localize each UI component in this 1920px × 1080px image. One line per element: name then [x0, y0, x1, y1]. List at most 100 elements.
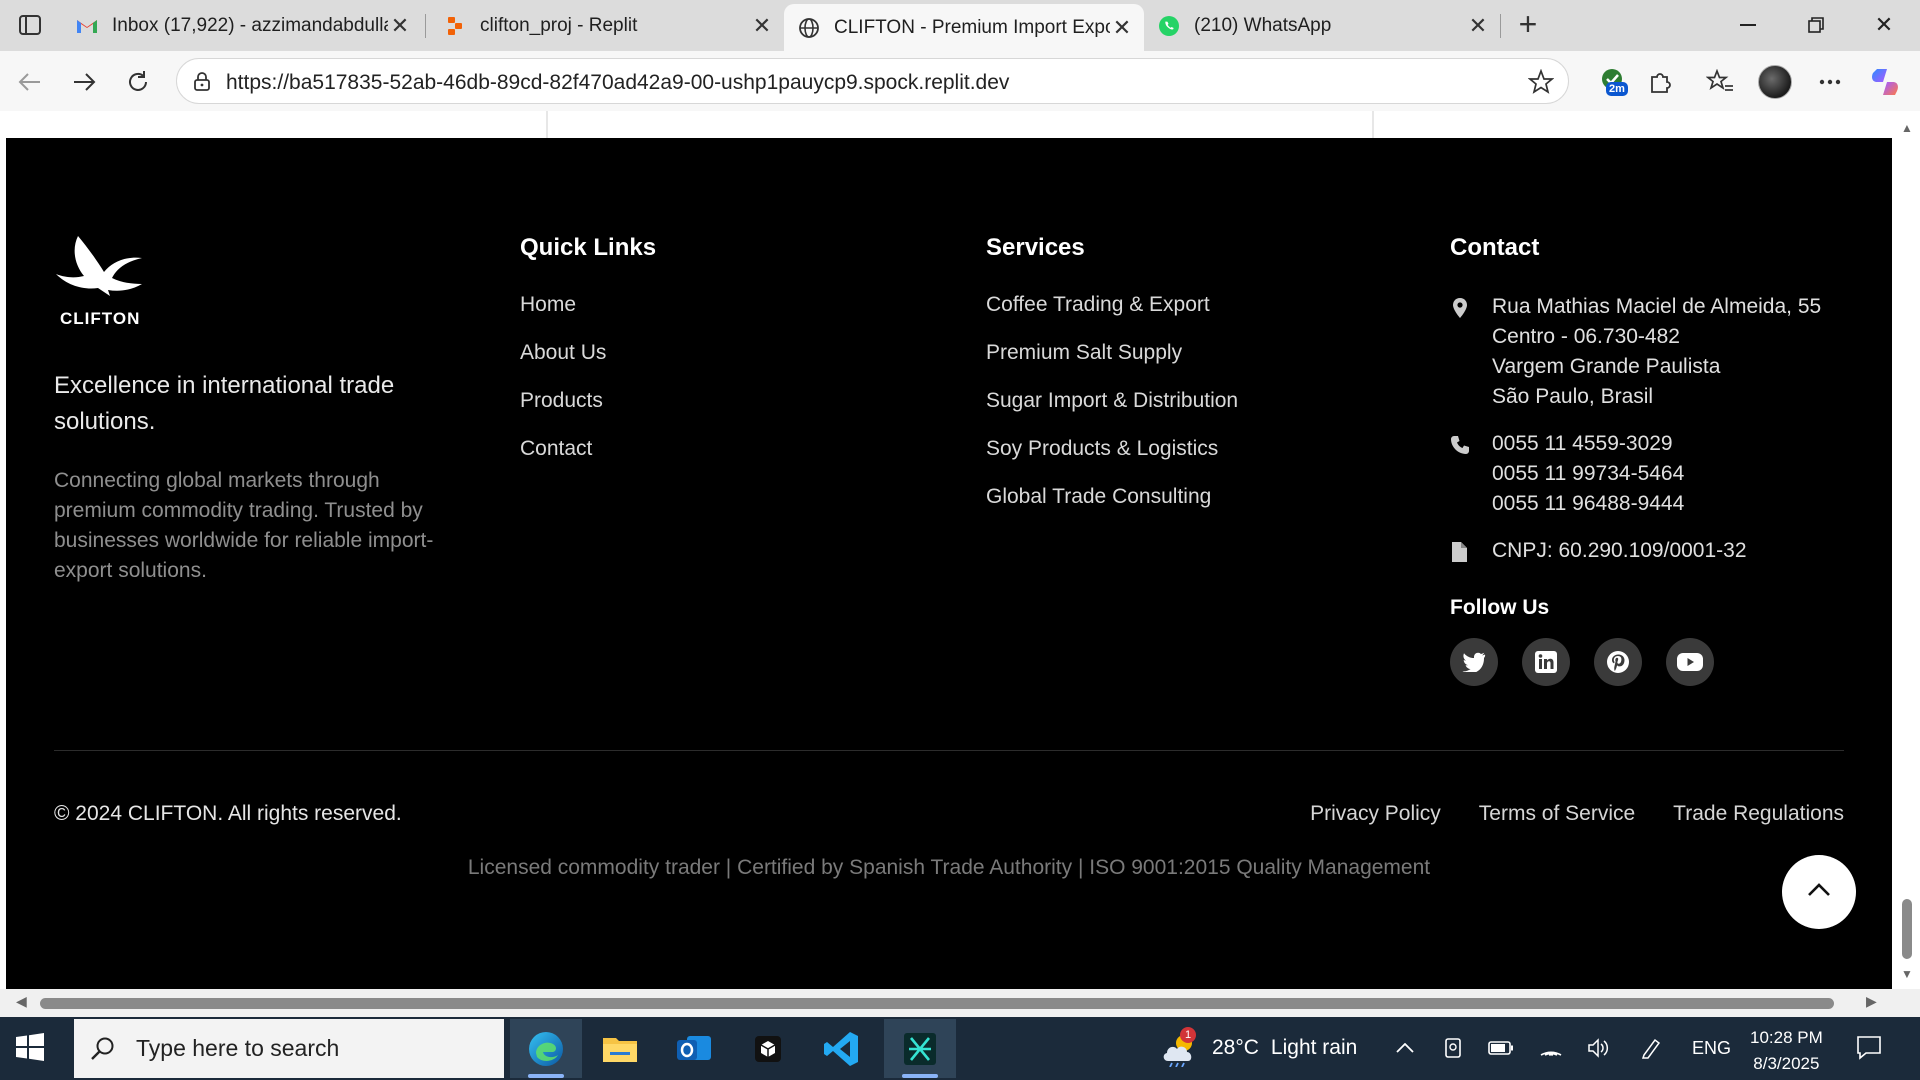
- restore-icon[interactable]: [1796, 8, 1836, 42]
- taskbar-app-cube[interactable]: [732, 1019, 804, 1078]
- taskbar-app-active[interactable]: [884, 1019, 956, 1078]
- weather-widget[interactable]: 1 28°C Light rain: [1160, 1027, 1357, 1068]
- section-above-footer: [6, 111, 1892, 138]
- new-tab-icon[interactable]: +: [1512, 6, 1544, 42]
- more-options-icon[interactable]: [1813, 65, 1847, 99]
- address-line: Rua Mathias Maciel de Almeida, 55: [1492, 295, 1822, 318]
- site-info-icon[interactable]: [191, 70, 215, 94]
- outlook-icon: [677, 1035, 711, 1060]
- chevron-up-icon: [1807, 882, 1831, 902]
- search-icon: [90, 1036, 116, 1062]
- footer-tagline: Excellence in international trade soluti…: [54, 372, 395, 435]
- show-hidden-icons-chevron-icon[interactable]: [1392, 1035, 1418, 1061]
- copilot-icon[interactable]: [1868, 65, 1902, 99]
- language-indicator[interactable]: ENG: [1692, 1038, 1731, 1059]
- quick-links-column: Quick Links Home About Us Products Conta…: [520, 234, 656, 484]
- battery-icon[interactable]: [1488, 1035, 1514, 1061]
- service-link-soy[interactable]: Soy Products & Logistics: [986, 437, 1218, 460]
- close-window-icon[interactable]: ✕: [1864, 8, 1904, 42]
- phone-number[interactable]: 0055 11 96488-9444: [1492, 489, 1870, 519]
- extensions-puzzle-icon[interactable]: [1644, 65, 1678, 99]
- minimize-icon[interactable]: [1728, 8, 1768, 42]
- cnpj-text: CNPJ: 60.290.109/0001-32: [1492, 539, 1747, 562]
- windows-start-icon[interactable]: [16, 1033, 46, 1063]
- privacy-policy-link[interactable]: Privacy Policy: [1310, 802, 1441, 826]
- weather-alert-badge: 1: [1180, 1027, 1196, 1043]
- tab-clifton-active[interactable]: CLIFTON - Premium Import Export ✕: [784, 4, 1144, 51]
- globe-icon: [798, 17, 820, 39]
- refresh-icon[interactable]: [120, 64, 156, 100]
- extension-badge: 2m: [1606, 82, 1628, 96]
- service-link-coffee[interactable]: Coffee Trading & Export: [986, 293, 1210, 316]
- tab-title: CLIFTON - Premium Import Export: [834, 16, 1110, 38]
- profile-avatar[interactable]: [1758, 65, 1792, 99]
- scroll-down-arrow-icon[interactable]: ▼: [1901, 967, 1913, 981]
- clifton-logo[interactable]: CLIFTON: [54, 234, 150, 330]
- address-bar[interactable]: https://ba517835-52ab-46db-89cd-82f470ad…: [176, 58, 1569, 104]
- system-clock[interactable]: 10:28 PM 8/3/2025: [1750, 1025, 1823, 1077]
- tab-gmail[interactable]: Inbox (17,922) - azzimandabdullah ✕: [62, 4, 422, 47]
- contact-heading: Contact: [1450, 234, 1540, 261]
- close-tab-icon[interactable]: ✕: [1466, 13, 1490, 38]
- favorites-icon[interactable]: [1703, 65, 1737, 99]
- taskbar-search-box[interactable]: Type here to search: [74, 1019, 504, 1078]
- pen-icon[interactable]: [1638, 1035, 1664, 1061]
- wifi-icon[interactable]: [1538, 1035, 1564, 1061]
- vertical-scrollbar[interactable]: ▲ ▼: [1892, 111, 1920, 991]
- tab-title: Inbox (17,922) - azzimandabdullah: [112, 14, 388, 36]
- scroll-right-arrow-icon[interactable]: ▶: [1866, 993, 1877, 1010]
- meet-now-icon[interactable]: [1440, 1035, 1466, 1061]
- tab-whatsapp[interactable]: (210) WhatsApp ✕: [1144, 4, 1500, 47]
- close-tab-icon[interactable]: ✕: [1110, 15, 1134, 40]
- clock-date: 8/3/2025: [1753, 1054, 1820, 1073]
- service-link-salt[interactable]: Premium Salt Supply: [986, 341, 1182, 364]
- taskbar-file-explorer[interactable]: [584, 1019, 656, 1078]
- vertical-scroll-thumb[interactable]: [1902, 899, 1912, 959]
- follow-us-heading: Follow Us: [1450, 596, 1550, 619]
- social-links: [1450, 638, 1870, 686]
- tab-replit[interactable]: clifton_proj - Replit ✕: [430, 4, 784, 47]
- taskbar-outlook[interactable]: [658, 1019, 730, 1078]
- close-tab-icon[interactable]: ✕: [750, 13, 774, 38]
- legal-links: Privacy Policy Terms of Service Trade Re…: [1310, 802, 1844, 826]
- tab-separator: [425, 14, 426, 38]
- weather-temp: 28°C: [1212, 1036, 1259, 1059]
- scroll-left-arrow-icon[interactable]: ◀: [16, 993, 27, 1010]
- extension-icon[interactable]: 2m: [1592, 65, 1632, 99]
- scroll-up-arrow-icon[interactable]: ▲: [1901, 121, 1913, 135]
- cube-app-icon: [755, 1035, 781, 1062]
- linkedin-icon[interactable]: [1522, 638, 1570, 686]
- close-tab-icon[interactable]: ✕: [388, 13, 412, 38]
- terms-of-service-link[interactable]: Terms of Service: [1479, 802, 1635, 826]
- tab-actions-icon[interactable]: [14, 11, 46, 39]
- horizontal-scroll-thumb[interactable]: [40, 998, 1834, 1009]
- footer-divider: [54, 750, 1844, 751]
- back-to-top-button[interactable]: [1782, 855, 1856, 929]
- volume-icon[interactable]: [1586, 1035, 1612, 1061]
- service-link-sugar[interactable]: Sugar Import & Distribution: [986, 389, 1238, 412]
- forward-icon[interactable]: [66, 64, 102, 100]
- edge-icon: [529, 1031, 563, 1066]
- notifications-icon[interactable]: [1856, 1034, 1884, 1062]
- services-heading: Services: [986, 234, 1085, 261]
- footer-brand: CLIFTON Excellence in international trad…: [54, 234, 434, 586]
- twitter-icon[interactable]: [1450, 638, 1498, 686]
- phone-number[interactable]: 0055 11 4559-3029: [1492, 429, 1870, 459]
- logo-text: CLIFTON: [60, 309, 140, 328]
- favorite-star-icon[interactable]: [1527, 68, 1555, 95]
- trade-regulations-link[interactable]: Trade Regulations: [1673, 802, 1844, 826]
- taskbar-edge[interactable]: [510, 1019, 582, 1078]
- taskbar-vscode[interactable]: [806, 1019, 878, 1078]
- youtube-icon[interactable]: [1666, 638, 1714, 686]
- back-icon[interactable]: [12, 64, 48, 100]
- footer-link-products[interactable]: Products: [520, 389, 603, 412]
- service-link-consulting[interactable]: Global Trade Consulting: [986, 485, 1211, 508]
- phone-number[interactable]: 0055 11 99734-5464: [1492, 459, 1870, 489]
- footer-link-about[interactable]: About Us: [520, 341, 606, 364]
- footer-link-contact[interactable]: Contact: [520, 437, 592, 460]
- address-line: Centro - 06.730-482: [1492, 325, 1680, 348]
- footer-link-home[interactable]: Home: [520, 293, 576, 316]
- tab-separator: [1500, 14, 1501, 38]
- horizontal-scrollbar[interactable]: ◀ ▶: [0, 989, 1920, 1017]
- pinterest-icon[interactable]: [1594, 638, 1642, 686]
